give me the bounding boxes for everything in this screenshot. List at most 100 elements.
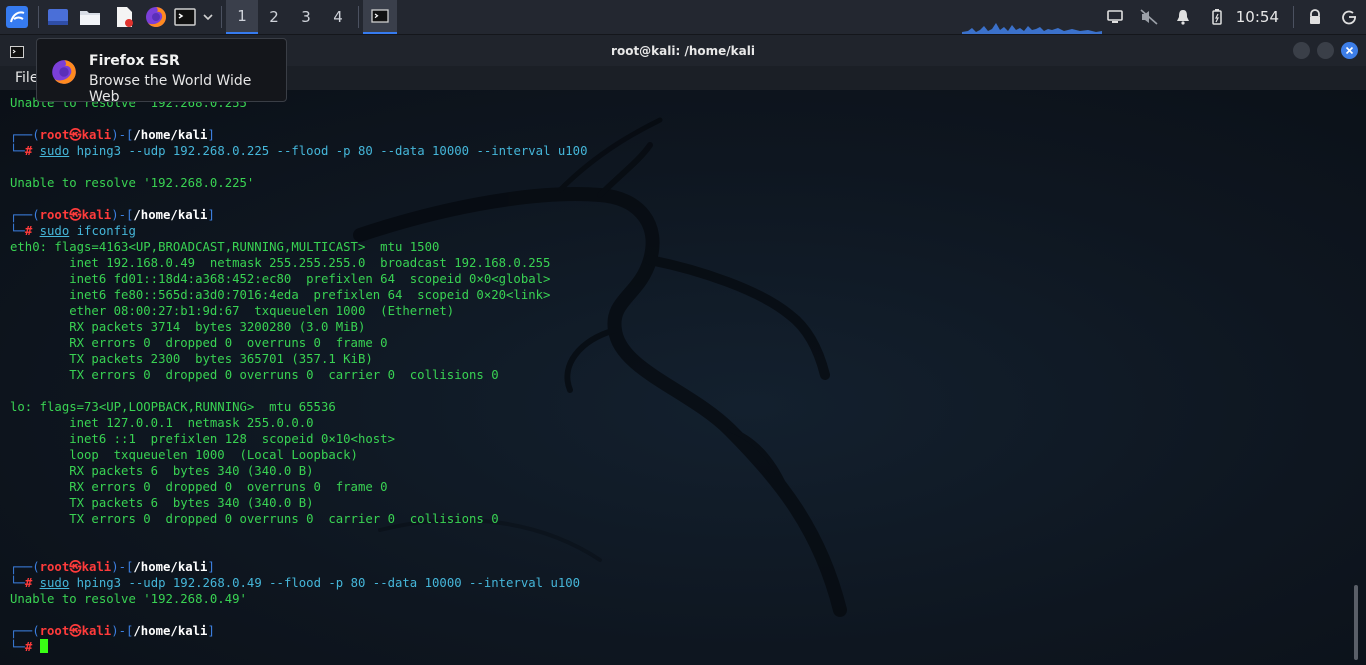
prompt-path: /home/kali bbox=[133, 560, 208, 574]
workspace-2[interactable]: 2 bbox=[258, 0, 290, 34]
terminal-scrollbar[interactable] bbox=[1354, 585, 1358, 660]
prompt-symbol: # bbox=[24, 144, 40, 158]
prompt-at-symbol: ㉿ bbox=[69, 560, 82, 574]
system-tray: 10:54 bbox=[1098, 0, 1366, 34]
file-manager-icon[interactable] bbox=[73, 0, 107, 34]
prompt-frame: )-[ bbox=[111, 560, 134, 574]
output-text: TX packets 6 bytes 340 (340.0 B) bbox=[10, 496, 314, 510]
prompt-frame: ] bbox=[207, 560, 215, 574]
command-name: hping3 bbox=[76, 576, 122, 590]
output-text: inet 192.168.0.49 netmask 255.255.255.0 … bbox=[10, 256, 551, 270]
prompt-frame: └─ bbox=[10, 144, 25, 158]
output-text: RX errors 0 dropped 0 overruns 0 frame 0 bbox=[10, 480, 388, 494]
prompt-host: kali bbox=[81, 624, 112, 638]
terminal-line: ┌──(root㉿kali)-[/home/kali] bbox=[10, 127, 588, 143]
output-text: Unable to resolve '192.268.0.225' bbox=[10, 176, 255, 190]
output-text: Unable to resolve '192.268.0.49' bbox=[10, 592, 247, 606]
chevron-down-icon[interactable] bbox=[199, 0, 217, 34]
output-text: inet6 ::1 prefixlen 128 scopeid 0×10<hos… bbox=[10, 432, 395, 446]
command-sudo: sudo bbox=[39, 224, 70, 238]
minimize-button[interactable] bbox=[1293, 42, 1310, 59]
output-text: TX errors 0 dropped 0 overruns 0 carrier… bbox=[10, 368, 499, 382]
lock-icon[interactable] bbox=[1298, 0, 1332, 34]
workspace-4[interactable]: 4 bbox=[322, 0, 354, 34]
firefox-icon bbox=[51, 59, 77, 89]
network-activity-graph bbox=[962, 23, 1102, 34]
prompt-frame: ] bbox=[207, 624, 215, 638]
command-args: --udp 192.268.0.225 --flood -p 80 --data… bbox=[121, 144, 588, 158]
notification-bell-icon[interactable] bbox=[1166, 0, 1200, 34]
terminal-line: RX errors 0 dropped 0 overruns 0 frame 0 bbox=[10, 479, 588, 495]
firefox-tooltip: Firefox ESR Browse the World Wide Web bbox=[36, 38, 287, 105]
command-sudo: sudo bbox=[39, 576, 70, 590]
output-text: RX packets 6 bytes 340 (340.0 B) bbox=[10, 464, 314, 478]
terminal-line: inet6 fe80::565d:a3d0:7016:4eda prefixle… bbox=[10, 287, 588, 303]
terminal-line: └─# sudo hping3 --udp 192.268.0.225 --fl… bbox=[10, 143, 588, 159]
terminal-line: Unable to resolve '192.268.0.49' bbox=[10, 591, 588, 607]
terminal-icon[interactable] bbox=[171, 0, 199, 34]
prompt-at-symbol: ㉿ bbox=[69, 208, 82, 222]
volume-muted-icon[interactable] bbox=[1132, 0, 1166, 34]
tooltip-title: Firefox ESR bbox=[89, 53, 180, 69]
prompt-frame: ┌──( bbox=[10, 560, 40, 574]
panel-separator bbox=[38, 6, 39, 28]
output-text: TX errors 0 dropped 0 overruns 0 carrier… bbox=[10, 512, 499, 526]
menu-file[interactable]: File bbox=[15, 70, 38, 86]
prompt-symbol: # bbox=[24, 224, 40, 238]
prompt-path: /home/kali bbox=[133, 624, 208, 638]
terminal-line: ┌──(root㉿kali)-[/home/kali] bbox=[10, 559, 588, 575]
prompt-frame: ] bbox=[207, 128, 215, 142]
command-name: ifconfig bbox=[76, 224, 136, 238]
network-icon[interactable] bbox=[1098, 0, 1132, 34]
terminal-task-icon[interactable] bbox=[363, 0, 397, 34]
prompt-symbol: # bbox=[24, 576, 40, 590]
power-icon[interactable] bbox=[1200, 0, 1234, 34]
terminal-line: RX packets 3714 bytes 3200280 (3.0 MiB) bbox=[10, 319, 588, 335]
terminal-cursor[interactable] bbox=[39, 639, 48, 653]
terminal-line: RX errors 0 dropped 0 overruns 0 frame 0 bbox=[10, 335, 588, 351]
prompt-symbol: # bbox=[24, 640, 40, 654]
output-text: lo: flags=73<UP,LOOPBACK,RUNNING> mtu 65… bbox=[10, 400, 336, 414]
panel-separator bbox=[1293, 6, 1294, 28]
terminal-output[interactable]: Unable to resolve '192.268.0.255' ┌──(roo… bbox=[0, 90, 1366, 665]
terminal-line: TX errors 0 dropped 0 overruns 0 carrier… bbox=[10, 511, 588, 527]
prompt-frame: ] bbox=[207, 208, 215, 222]
output-text: ether 08:00:27:b1:9d:67 txqueuelen 1000 … bbox=[10, 304, 455, 318]
output-text: RX errors 0 dropped 0 overruns 0 frame 0 bbox=[10, 336, 388, 350]
workspace-1[interactable]: 1 bbox=[226, 0, 258, 34]
clock[interactable]: 10:54 bbox=[1234, 8, 1289, 26]
terminal-line: └─# sudo hping3 --udp 192.268.0.49 --flo… bbox=[10, 575, 588, 591]
show-desktop-icon[interactable] bbox=[43, 0, 73, 34]
output-text: inet6 fe80::565d:a3d0:7016:4eda prefixle… bbox=[10, 288, 551, 302]
prompt-user: root bbox=[39, 208, 70, 222]
terminal-line: └─# bbox=[10, 639, 588, 655]
prompt-frame: ┌──( bbox=[10, 128, 40, 142]
window-title: root@kali: /home/kali bbox=[611, 43, 755, 58]
prompt-frame: )-[ bbox=[111, 128, 134, 142]
firefox-icon[interactable] bbox=[141, 0, 171, 34]
prompt-user: root bbox=[39, 128, 70, 142]
prompt-path: /home/kali bbox=[133, 128, 208, 142]
prompt-frame: └─ bbox=[10, 640, 25, 654]
prompt-frame: )-[ bbox=[111, 624, 134, 638]
terminal-line: RX packets 6 bytes 340 (340.0 B) bbox=[10, 463, 588, 479]
terminal-line: TX packets 2300 bytes 365701 (357.1 KiB) bbox=[10, 351, 588, 367]
output-text: loop txqueuelen 1000 (Local Loopback) bbox=[10, 448, 358, 462]
prompt-frame: └─ bbox=[10, 576, 25, 590]
workspace-3[interactable]: 3 bbox=[290, 0, 322, 34]
prompt-frame: └─ bbox=[10, 224, 25, 238]
maximize-button[interactable] bbox=[1317, 42, 1334, 59]
close-button[interactable] bbox=[1341, 42, 1358, 59]
prompt-frame: )-[ bbox=[111, 208, 134, 222]
command-sudo: sudo bbox=[39, 144, 70, 158]
text-editor-icon[interactable] bbox=[107, 0, 141, 34]
window-terminal-icon[interactable] bbox=[10, 43, 24, 62]
kali-menu-icon[interactable] bbox=[0, 0, 34, 34]
logout-icon[interactable] bbox=[1332, 0, 1366, 34]
